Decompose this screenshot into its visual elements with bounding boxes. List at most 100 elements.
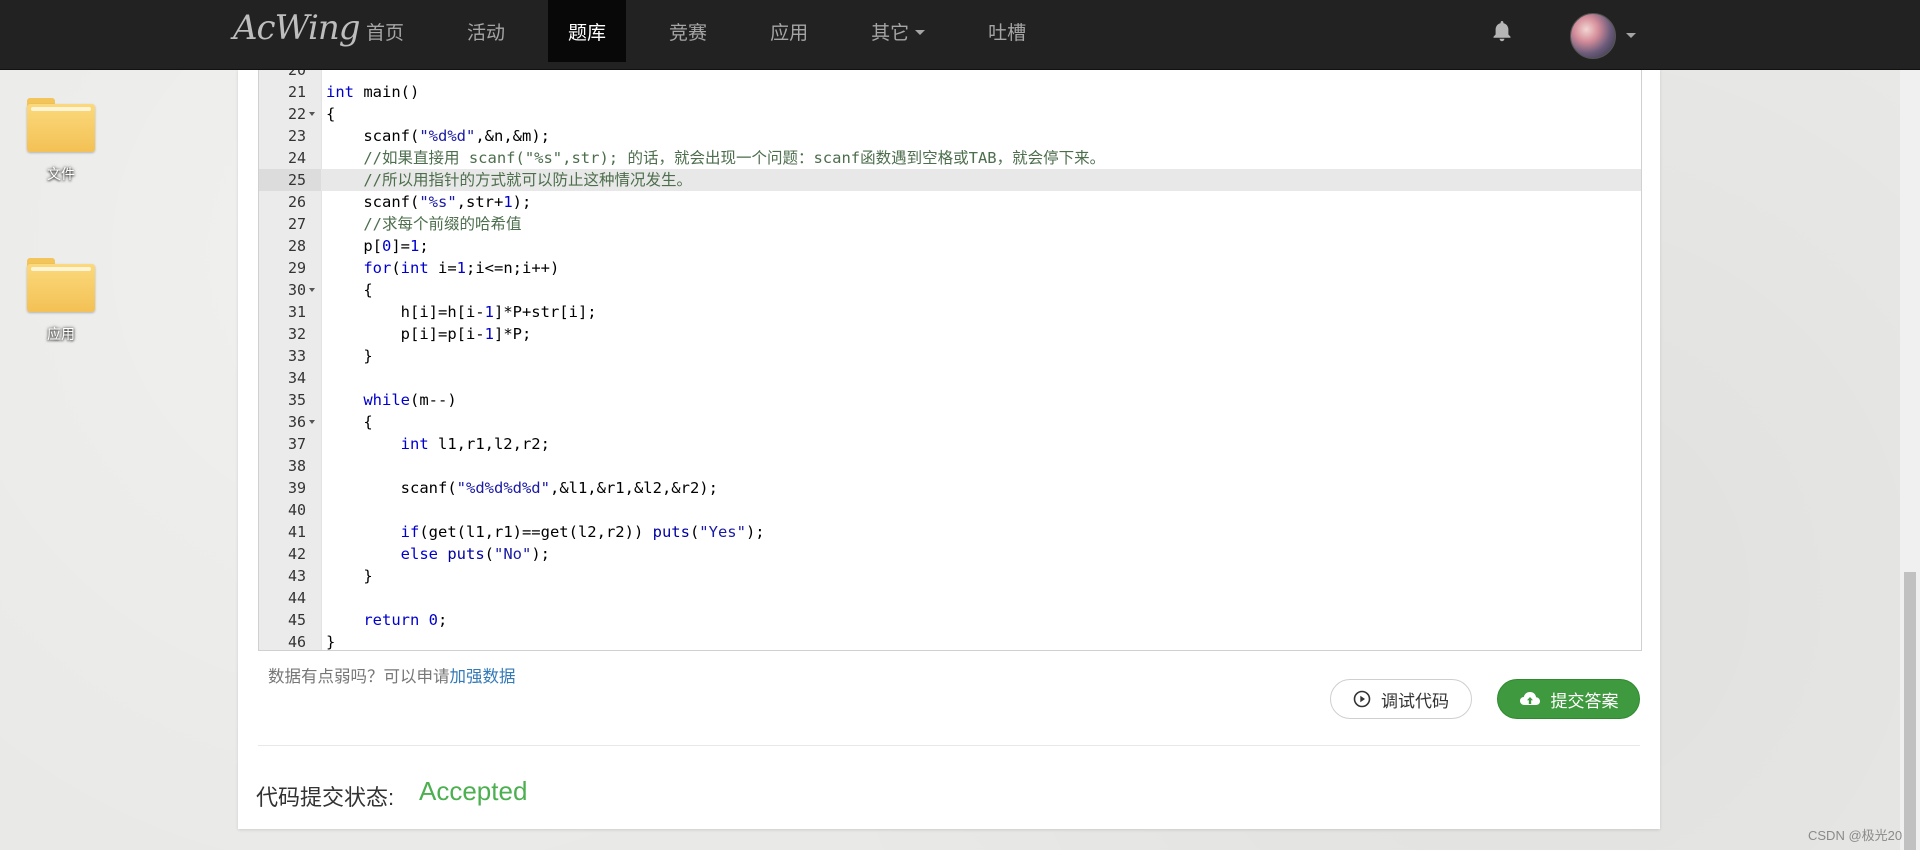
- code-text: p[0]=1;: [326, 237, 429, 255]
- code-text: {: [326, 281, 373, 299]
- code-line[interactable]: 45 return 0;: [259, 609, 1641, 631]
- hint-text: 数据有点弱吗？可以申请: [268, 668, 450, 686]
- code-text: }: [326, 347, 373, 365]
- play-circle-icon: [1353, 690, 1371, 708]
- submission-status-label: 代码提交状态:: [256, 785, 395, 810]
- chevron-down-icon[interactable]: [1626, 33, 1636, 38]
- code-line[interactable]: 44: [259, 587, 1641, 609]
- code-editor[interactable]: 20 21 int main() 22{23 scanf("%d%d",&n,&m);…: [258, 69, 1642, 651]
- code-line[interactable]: 21 int main(): [259, 81, 1641, 103]
- line-number: 21: [287, 83, 306, 101]
- code-line[interactable]: 36 {: [259, 411, 1641, 433]
- nav-item-activity[interactable]: 活动: [447, 0, 525, 62]
- line-number: 24: [287, 149, 306, 167]
- line-number: 44: [287, 589, 306, 607]
- code-text: }: [326, 567, 373, 585]
- code-text: return 0;: [363, 611, 448, 629]
- code-text: scanf("%d%d%d%d",&l1,&r1,&l2,&r2);: [326, 479, 718, 497]
- submit-answer-button[interactable]: 提交答案: [1497, 679, 1640, 719]
- code-text: if(get(l1,r1)==get(l2,r2)) puts("Yes");: [400, 523, 765, 541]
- code-line[interactable]: 35 while(m--): [259, 389, 1641, 411]
- code-line[interactable]: 26 scanf("%s",str+1);: [259, 191, 1641, 213]
- nav-item-others[interactable]: 其它: [851, 0, 945, 62]
- folder-icon: [27, 258, 95, 312]
- line-number: 34: [287, 369, 306, 387]
- scrollbar-thumb[interactable]: [1904, 572, 1916, 850]
- nav-item-label: 首页: [366, 21, 405, 44]
- code-line[interactable]: 24 //如果直接用 scanf("%s",str); 的话，就会出现一个问题：…: [259, 147, 1641, 169]
- code-line[interactable]: 31 h[i]=h[i-1]*P+str[i];: [259, 301, 1641, 323]
- code-text: }: [326, 633, 336, 651]
- line-number: 37: [287, 435, 306, 453]
- line-number: 29: [287, 259, 306, 277]
- code-line[interactable]: 42 else puts("No");: [259, 543, 1641, 565]
- submit-answer-label: 提交答案: [1550, 691, 1619, 711]
- chevron-down-icon: [915, 29, 926, 35]
- desktop-folder-files[interactable]: 文件: [16, 98, 106, 184]
- code-line[interactable]: 34: [259, 367, 1641, 389]
- nav-item-label: 应用: [770, 21, 809, 44]
- code-line[interactable]: 37 int l1,r1,l2,r2;: [259, 433, 1641, 455]
- nav-item-contest[interactable]: 竞赛: [649, 0, 727, 62]
- acwing-logo[interactable]: AcWing: [233, 8, 360, 48]
- code-line[interactable]: 29 for(int i=1;i<=n;i++): [259, 257, 1641, 279]
- line-number: 42: [287, 545, 306, 563]
- code-line[interactable]: 25 //所以用指针的方式就可以防止这种情况发生。: [259, 169, 1641, 191]
- line-number: 38: [287, 457, 306, 475]
- desktop-folder-apps[interactable]: 应用: [16, 258, 106, 344]
- line-number: 40: [287, 501, 306, 519]
- line-number: 31: [287, 303, 306, 321]
- nav-item-home[interactable]: 首页: [346, 0, 424, 62]
- code-line[interactable]: 20: [259, 69, 1641, 81]
- code-line[interactable]: 39 scanf("%d%d%d%d",&l1,&r1,&l2,&r2);: [259, 477, 1641, 499]
- code-text: while(m--): [363, 391, 457, 409]
- strengthen-data-link[interactable]: 加强数据: [450, 668, 516, 686]
- bell-icon[interactable]: [1490, 19, 1514, 43]
- code-text: int main(): [326, 83, 420, 101]
- line-number: 39: [287, 479, 306, 497]
- nav-item-problems[interactable]: 题库: [548, 0, 627, 62]
- code-line[interactable]: 27 //求每个前缀的哈希值: [259, 213, 1641, 235]
- code-text: int l1,r1,l2,r2;: [400, 435, 550, 453]
- code-line[interactable]: 23 scanf("%d%d",&n,&m);: [259, 125, 1641, 147]
- code-text: //如果直接用 scanf("%s",str); 的话，就会出现一个问题：sca…: [363, 149, 1106, 167]
- code-line[interactable]: 22{: [259, 103, 1641, 125]
- code-text: p[i]=p[i-1]*P;: [326, 325, 532, 343]
- fold-arrow-icon[interactable]: [309, 420, 315, 424]
- line-number: 23: [287, 127, 306, 145]
- user-avatar[interactable]: [1570, 13, 1616, 59]
- code-line[interactable]: 40: [259, 499, 1641, 521]
- desktop-icon-label: 文件: [47, 166, 75, 182]
- code-text: scanf("%s",str+1);: [326, 193, 532, 211]
- nav-item-feedback[interactable]: 吐槽: [968, 0, 1046, 62]
- code-text: for(int i=1;i<=n;i++): [363, 259, 560, 277]
- code-line[interactable]: 28 p[0]=1;: [259, 235, 1641, 257]
- problem-panel: 20 21 int main() 22{23 scanf("%d%d",&n,&m);…: [238, 69, 1660, 829]
- code-line[interactable]: 30 {: [259, 279, 1641, 301]
- code-text: //求每个前缀的哈希值: [363, 215, 522, 233]
- line-number: 20: [287, 69, 306, 79]
- nav-item-label: 竞赛: [669, 21, 708, 44]
- code-line[interactable]: 41 if(get(l1,r1)==get(l2,r2)) puts("Yes"…: [259, 521, 1641, 543]
- debug-code-label: 调试代码: [1381, 691, 1449, 711]
- code-line[interactable]: 38: [259, 455, 1641, 477]
- fold-arrow-icon[interactable]: [309, 112, 315, 116]
- csdn-watermark: CSDN @极光20: [1808, 828, 1903, 843]
- code-line[interactable]: 46}: [259, 631, 1641, 651]
- line-number: 25: [259, 169, 321, 191]
- debug-code-button[interactable]: 调试代码: [1330, 679, 1472, 719]
- code-line[interactable]: 32 p[i]=p[i-1]*P;: [259, 323, 1641, 345]
- line-number: 27: [287, 215, 306, 233]
- code-line[interactable]: 33 }: [259, 345, 1641, 367]
- nav-item-label: 其它: [871, 21, 910, 44]
- code-line[interactable]: 43 }: [259, 565, 1641, 587]
- divider: [258, 745, 1640, 746]
- top-navbar: AcWing 首页 活动 题库 竞赛 应用 其它 吐槽: [0, 0, 1920, 70]
- nav-item-label: 活动: [467, 21, 506, 44]
- fold-arrow-icon[interactable]: [309, 288, 315, 292]
- submission-status-value: Accepted: [419, 776, 528, 806]
- nav-item-apps[interactable]: 应用: [750, 0, 828, 62]
- line-number: 35: [287, 391, 306, 409]
- page-scrollbar[interactable]: [1900, 0, 1920, 850]
- desktop-icon-label: 应用: [47, 326, 75, 342]
